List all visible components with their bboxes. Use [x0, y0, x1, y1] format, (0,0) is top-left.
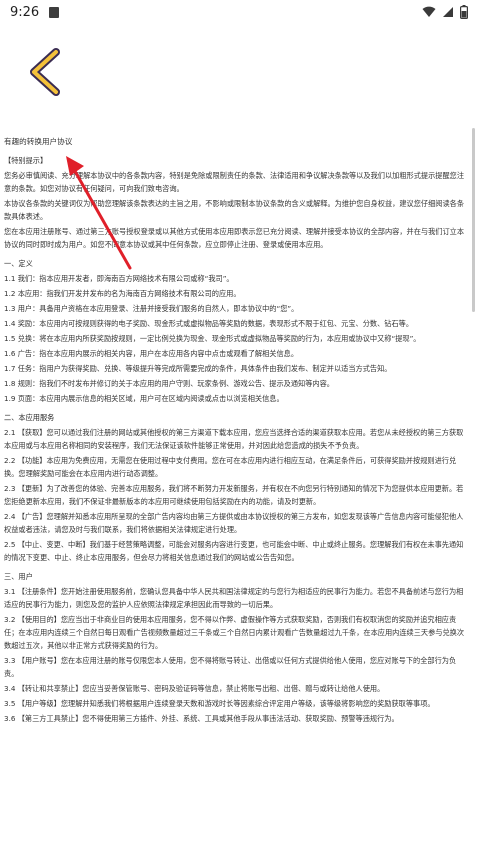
definition-item: 1.3 用户：具备用户资格在本应用登录、注册并接受我们服务的自然人，即本协议中的… [4, 304, 299, 313]
user-item: 3.3 【用户账号】您在本应用注册的账号仅限您本人使用，您不得将账号转让、出借或… [4, 656, 457, 678]
chevron-left-icon [30, 48, 60, 96]
document-title: 有趣的转换用户协议 [4, 137, 73, 146]
agreement-content: 有趣的转换用户协议 【特别提示】 您务必审慎阅读、充分理解本协议中的各条款内容，… [4, 131, 468, 727]
service-item: 2.3 【更新】为了改善您的体验、完善本应用服务，我们将不断努力开发新服务，并有… [4, 484, 464, 506]
definition-item: 1.1 我们：指本应用开发者，即海南百方网络技术有限公司或称“我司”。 [4, 274, 234, 283]
definition-item: 1.2 本应用：指我们开发并发布的名为海南百方网络技术有限公司的应用。 [4, 289, 241, 298]
definition-item: 1.4 奖励：本应用内可按规则获得的电子奖励、现金形式或虚拟物品等奖励的数据，表… [4, 319, 414, 328]
section-heading: 二、本应用服务 [4, 413, 55, 422]
special-notice-heading: 【特别提示】 [4, 156, 48, 165]
cellular-icon [443, 7, 453, 17]
service-item: 2.4 【广告】您理解并知悉本应用所呈现的全部广告内容均由第三方提供或由本协议授… [4, 512, 464, 534]
intro-paragraph: 您在本应用注册账号、通过第三方账号授权登录或以其他方式使用本应用即表示您已充分阅… [4, 227, 465, 249]
status-time: 9:26 [10, 4, 40, 20]
status-bar: 9:26 [0, 0, 478, 24]
user-item: 3.6 【第三方工具禁止】您不得使用第三方插件、外挂、系统、工具或其他手段从事违… [4, 714, 399, 723]
intro-paragraph: 您务必审慎阅读、充分理解本协议中的各条款内容，特别是免除或限制责任的条款、法律适… [4, 171, 465, 193]
service-item: 2.1 【获取】您可以通过我们注册的网站或其他授权的第三方渠道下载本应用，您应当… [4, 428, 464, 450]
section-heading: 一、定义 [4, 259, 33, 268]
intro-paragraph: 本协议各条款的关键词仅为帮助您理解该条款表达的主旨之用，不影响或限制本协议条款的… [4, 199, 465, 221]
scrollbar-thumb[interactable] [472, 128, 475, 312]
section-heading: 三、用户 [4, 572, 33, 581]
definition-item: 1.6 广告：指在本应用内展示的相关内容，用户在本应用各内容中点击或观看了解相关… [4, 349, 299, 358]
user-item: 3.2 【使用目的】您应当出于非商业目的使用本应用服务，您不得以作弊、虚假操作等… [4, 615, 465, 650]
user-item: 3.4 【转让和共享禁止】您应当妥善保管账号、密码及验证码等信息，禁止将账号出租… [4, 684, 385, 693]
definition-item: 1.9 页面：本应用内展示信息的相关区域，用户可在区域内阅读或点击以浏览相关信息… [4, 394, 284, 403]
wifi-icon [422, 6, 436, 17]
service-item: 2.2 【功能】本应用为免费应用，无需您在使用过程中支付费用。您在可在本应用内进… [4, 456, 457, 478]
definition-item: 1.5 兑换：将在本应用内所获奖励按规则，一定比例兑换为现金、现金形式或虚拟物品… [4, 334, 421, 343]
back-button[interactable] [26, 44, 70, 100]
user-item: 3.5 【用户等级】您理解并知悉我们将根据用户连续登录天数和游戏时长等因素综合评… [4, 699, 435, 708]
service-item: 2.5 【中止、变更、中断】我们基于经营策略调整，可能会对服务内容进行变更，也可… [4, 540, 464, 562]
user-item: 3.1 【注册条件】您开始注册使用服务前，您确认您具备中华人民共和国法律规定的与… [4, 587, 464, 609]
notification-icon [49, 6, 60, 18]
battery-icon [460, 5, 468, 19]
definition-item: 1.8 规则：指我们不时发布并修订的关于本应用的用户守则、玩家条例、游戏公告、提… [4, 379, 334, 388]
definition-item: 1.7 任务：指用户为获得奖励、兑换、等级提升等完成所需要完成的条件，具体条件由… [4, 364, 392, 373]
